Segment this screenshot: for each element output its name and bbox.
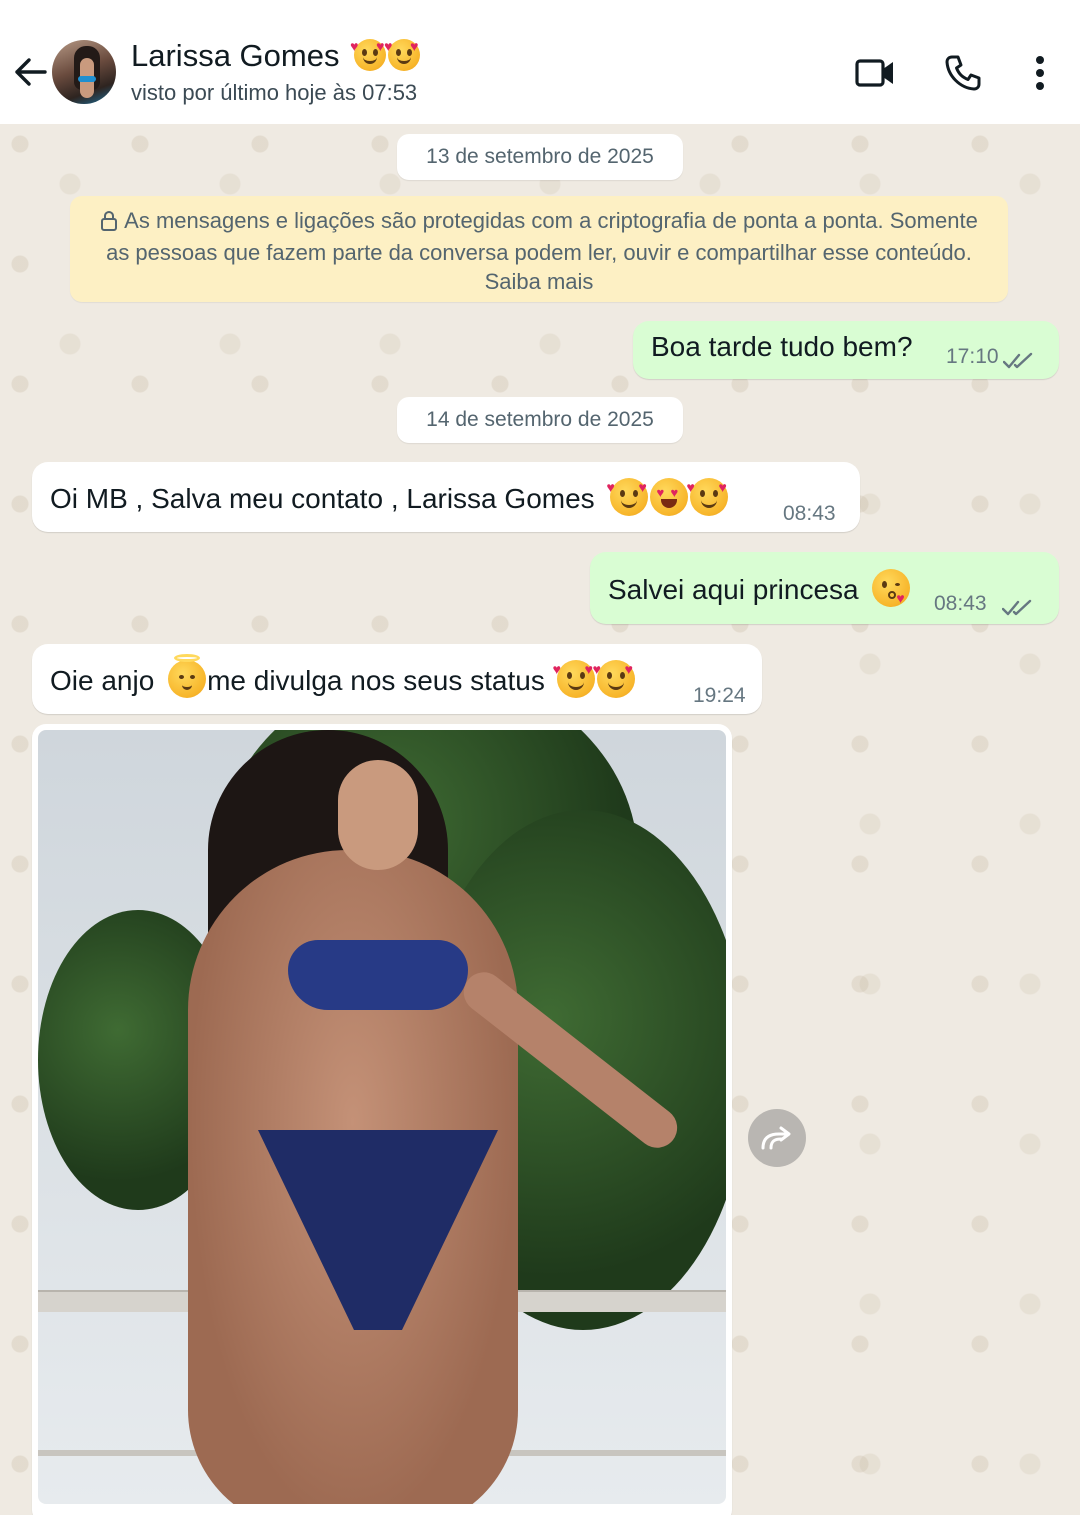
double-check-icon (1002, 345, 1033, 377)
date-separator: 13 de setembro de 2025 (397, 134, 683, 180)
chat-header: Larissa Gomes ♥ ♥ ♥ ♥ visto por último hoje… (0, 0, 1080, 124)
message-bubble-outgoing[interactable]: Salvei aqui princesa ♥ 08:43 (590, 552, 1059, 624)
smiling-face-with-hearts-icon: ♥ ♥ (384, 39, 421, 71)
video-call-icon[interactable] (852, 52, 898, 94)
message-content: Oie anjo me divulga nos seus status ♥ ♥ ♥ ♥ (50, 654, 636, 698)
baby-angel-icon (168, 654, 207, 698)
face (338, 760, 418, 870)
message-bubble-incoming[interactable]: Oie anjo me divulga nos seus status ♥ ♥ ♥ ♥… (32, 644, 762, 714)
photo[interactable] (38, 730, 726, 1504)
smiling-face-with-hearts-icon: ♥ ♥ (606, 478, 649, 516)
smiling-face-with-hearts-icon: ♥ ♥ (686, 478, 729, 516)
message-content: Oi MB , Salva meu contato , Larissa Gome… (50, 478, 729, 516)
lock-icon (100, 209, 118, 238)
message-time: 08:43 (934, 592, 987, 615)
date-separator: 14 de setembro de 2025 (397, 397, 683, 443)
avatar[interactable] (52, 40, 116, 104)
chat-area[interactable]: 13 de setembro de 2025 As mensagens e li… (0, 124, 1080, 1515)
message-text: Boa tarde tudo bem? (651, 331, 913, 362)
encryption-notice[interactable]: As mensagens e ligações são protegidas c… (70, 196, 1008, 302)
heart-eyes-icon: ♥ ♥ (650, 478, 689, 516)
contact-name[interactable]: Larissa Gomes ♥ ♥ ♥ ♥ (131, 38, 421, 74)
message-time: 17:10 (946, 345, 999, 368)
smiling-face-with-hearts-icon: ♥ ♥ (350, 39, 387, 71)
message-bubble-incoming[interactable]: Oi MB , Salva meu contato , Larissa Gome… (32, 462, 860, 532)
message-text: me divulga nos seus status (207, 665, 545, 696)
face-blowing-kiss-icon: ♥ (872, 569, 911, 607)
more-vert-icon[interactable] (1024, 50, 1056, 96)
smiling-face-with-hearts-icon: ♥ ♥ (593, 660, 635, 698)
message-text: Salvei aqui princesa (608, 574, 859, 605)
double-check-icon (1001, 592, 1032, 624)
message-time: 08:43 (783, 502, 836, 525)
message-text: Oie anjo (50, 665, 155, 696)
message-content: Salvei aqui princesa ♥ (608, 569, 911, 607)
message-bubble-outgoing[interactable]: Boa tarde tudo bem? 17:10 (633, 321, 1059, 379)
swimsuit-top (288, 940, 468, 1010)
image-message[interactable] (32, 724, 732, 1515)
message-text: Oi MB , Salva meu contato , Larissa Gome… (50, 483, 595, 514)
message-time: 19:24 (693, 684, 746, 707)
smiling-face-with-hearts-icon: ♥ ♥ (553, 660, 595, 698)
phone-icon[interactable] (940, 50, 986, 96)
forward-icon[interactable] (748, 1109, 806, 1167)
encryption-notice-text: As mensagens e ligações são protegidas c… (106, 208, 978, 294)
back-arrow-icon[interactable] (10, 50, 50, 94)
contact-last-seen: visto por último hoje às 07:53 (131, 80, 418, 105)
